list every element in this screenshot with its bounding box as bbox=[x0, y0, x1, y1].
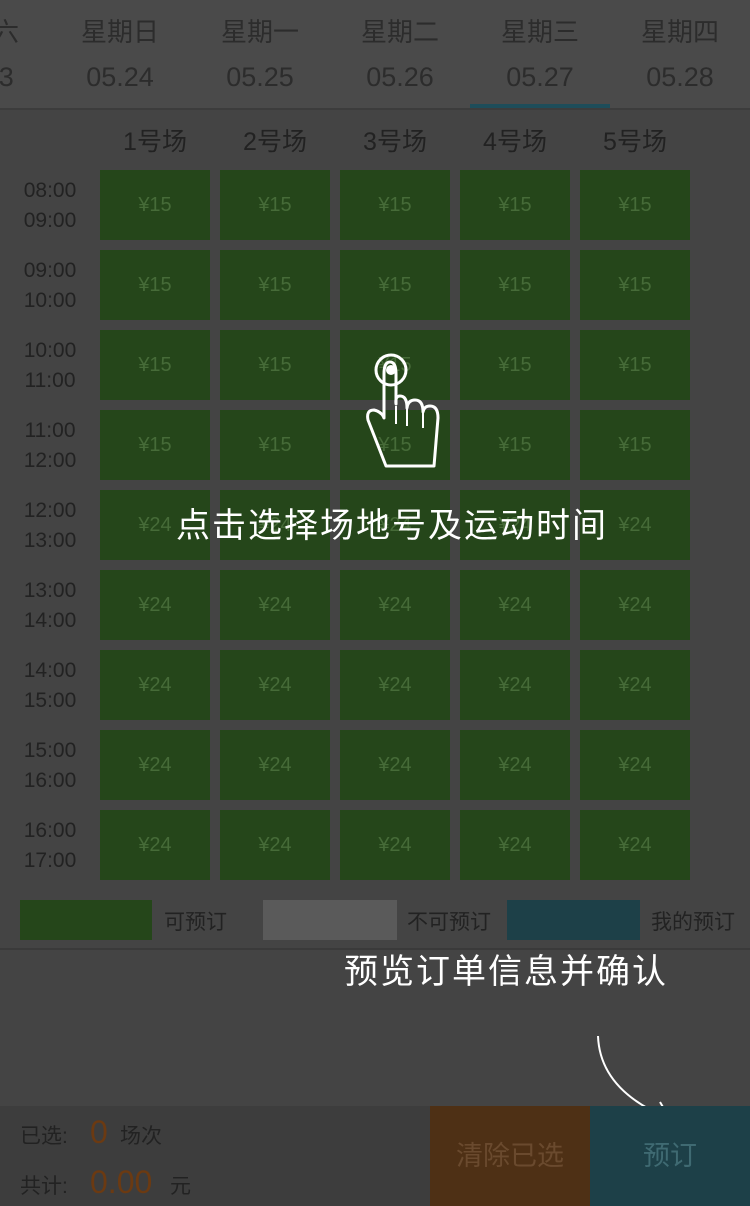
court-header: 1号场 bbox=[123, 128, 187, 156]
tap-hand-icon bbox=[366, 353, 440, 468]
time-end-label: 09:00 bbox=[23, 209, 77, 232]
time-start-label: 11:00 bbox=[24, 419, 76, 442]
date-tab[interactable]: 星期日 05.24 bbox=[50, 0, 190, 108]
court-slot[interactable]: ¥15 bbox=[220, 410, 330, 480]
court-slot[interactable]: ¥15 bbox=[460, 170, 570, 240]
time-start-label: 13:00 bbox=[23, 579, 77, 602]
legend-mine-swatch bbox=[507, 900, 640, 940]
legend-available-swatch bbox=[20, 900, 152, 940]
date-tab-date: 05.28 bbox=[646, 62, 714, 92]
court-slot[interactable]: ¥15 bbox=[580, 330, 690, 400]
court-slot[interactable]: ¥24 bbox=[580, 650, 690, 720]
court-slot[interactable]: ¥15 bbox=[340, 250, 450, 320]
date-tab-bar: 星期六 05.23 星期日 05.24 星期一 05.25 星期二 05.26 星期三 05.27… bbox=[0, 0, 750, 108]
court-header: 4号场 bbox=[483, 128, 547, 156]
time-start-label: 10:00 bbox=[23, 339, 77, 362]
date-tab[interactable]: 星期六 05.23 bbox=[0, 0, 50, 108]
court-slot[interactable]: ¥15 bbox=[460, 330, 570, 400]
time-start-label: 12:00 bbox=[23, 499, 77, 522]
select-hint-text: 点击选择场地号及运动时间 bbox=[176, 506, 608, 546]
court-slot[interactable]: ¥24 bbox=[220, 650, 330, 720]
court-slot[interactable]: ¥15 bbox=[580, 250, 690, 320]
court-slot[interactable]: ¥15 bbox=[220, 250, 330, 320]
court-slot[interactable]: ¥24 bbox=[340, 570, 450, 640]
date-tab-weekday: 星期一 bbox=[220, 17, 299, 47]
court-slot[interactable]: ¥15 bbox=[340, 170, 450, 240]
date-tab-date: 05.26 bbox=[366, 62, 434, 92]
court-slot[interactable]: ¥24 bbox=[460, 650, 570, 720]
court-slot[interactable]: ¥15 bbox=[100, 170, 210, 240]
selected-label: 已选: bbox=[20, 1125, 68, 1148]
selected-count: 0 bbox=[90, 1114, 108, 1150]
time-start-label: 16:00 bbox=[23, 819, 77, 842]
time-start-label: 09:00 bbox=[23, 259, 77, 282]
court-header: 2号场 bbox=[243, 128, 307, 156]
court-slot[interactable]: ¥24 bbox=[340, 730, 450, 800]
selected-unit: 场次 bbox=[120, 1125, 162, 1148]
court-header: 5号场 bbox=[603, 128, 667, 156]
court-slot[interactable]: ¥15 bbox=[220, 330, 330, 400]
court-slot[interactable]: ¥15 bbox=[460, 410, 570, 480]
date-tab-date: 05.23 bbox=[0, 62, 14, 92]
court-slot[interactable]: ¥24 bbox=[100, 730, 210, 800]
total-label: 共计: bbox=[20, 1175, 68, 1198]
date-tab[interactable]: 星期二 05.26 bbox=[330, 0, 470, 108]
date-tab-date: 05.24 bbox=[86, 62, 154, 92]
time-end-label: 12:00 bbox=[23, 449, 77, 472]
court-slot[interactable]: ¥24 bbox=[100, 650, 210, 720]
court-slot[interactable]: ¥24 bbox=[340, 810, 450, 880]
court-slot[interactable]: ¥24 bbox=[460, 730, 570, 800]
date-tab[interactable]: 星期四 05.28 bbox=[610, 0, 750, 108]
time-end-label: 13:00 bbox=[23, 529, 77, 552]
court-slot[interactable]: ¥24 bbox=[580, 570, 690, 640]
date-tab-date: 05.27 bbox=[506, 62, 574, 92]
date-tab[interactable]: 星期一 05.25 bbox=[190, 0, 330, 108]
court-slot[interactable]: ¥15 bbox=[100, 330, 210, 400]
time-start-label: 15:00 bbox=[23, 739, 77, 762]
total-unit: 元 bbox=[170, 1175, 191, 1198]
time-end-label: 10:00 bbox=[23, 289, 77, 312]
court-slot[interactable]: ¥15 bbox=[580, 170, 690, 240]
legend-mine-label: 我的预订 bbox=[651, 911, 735, 934]
court-slot[interactable]: ¥15 bbox=[220, 170, 330, 240]
date-tab[interactable]: 星期三 05.27 bbox=[470, 0, 610, 108]
court-slot[interactable]: ¥24 bbox=[580, 810, 690, 880]
court-slot[interactable]: ¥24 bbox=[100, 810, 210, 880]
book-button[interactable]: 预订 bbox=[590, 1106, 750, 1206]
date-tab-weekday: 星期四 bbox=[640, 17, 719, 47]
time-end-label: 17:00 bbox=[23, 849, 77, 872]
time-end-label: 15:00 bbox=[23, 689, 77, 712]
court-slot[interactable]: ¥24 bbox=[460, 570, 570, 640]
court-slot[interactable]: ¥15 bbox=[580, 410, 690, 480]
time-end-label: 14:00 bbox=[23, 609, 77, 632]
court-slot[interactable]: ¥24 bbox=[220, 570, 330, 640]
court-slot[interactable]: ¥24 bbox=[580, 730, 690, 800]
legend-unavailable-swatch bbox=[263, 900, 397, 940]
date-tab-weekday: 星期二 bbox=[360, 17, 439, 47]
date-tab-weekday: 星期六 bbox=[0, 17, 19, 47]
court-header: 3号场 bbox=[363, 128, 427, 156]
court-slot[interactable]: ¥24 bbox=[100, 570, 210, 640]
court-slot[interactable]: ¥15 bbox=[100, 410, 210, 480]
date-tab-weekday: 星期日 bbox=[80, 17, 159, 47]
time-end-label: 11:00 bbox=[24, 369, 76, 392]
court-slot[interactable]: ¥24 bbox=[340, 650, 450, 720]
legend-unavailable-label: 不可预订 bbox=[407, 911, 491, 934]
date-tab-weekday: 星期三 bbox=[500, 17, 579, 47]
time-end-label: 16:00 bbox=[23, 769, 77, 792]
date-tab-date: 05.25 bbox=[226, 62, 294, 92]
total-amount: 0.00 bbox=[90, 1164, 153, 1200]
clear-selection-button[interactable]: 清除已选 bbox=[430, 1106, 590, 1206]
divider bbox=[0, 108, 750, 110]
court-slot[interactable]: ¥24 bbox=[460, 810, 570, 880]
legend-available-label: 可预订 bbox=[164, 911, 227, 934]
court-slot[interactable]: ¥24 bbox=[220, 730, 330, 800]
court-slot[interactable]: ¥15 bbox=[460, 250, 570, 320]
time-start-label: 08:00 bbox=[23, 179, 77, 202]
booking-footer: 已选: 0 场次 共计: 0.00 元 清除已选 预订 bbox=[0, 1106, 750, 1206]
time-start-label: 14:00 bbox=[23, 659, 77, 682]
court-slot[interactable]: ¥15 bbox=[100, 250, 210, 320]
court-slot[interactable]: ¥24 bbox=[220, 810, 330, 880]
confirm-hint-text: 预览订单信息并确认 bbox=[344, 952, 668, 992]
